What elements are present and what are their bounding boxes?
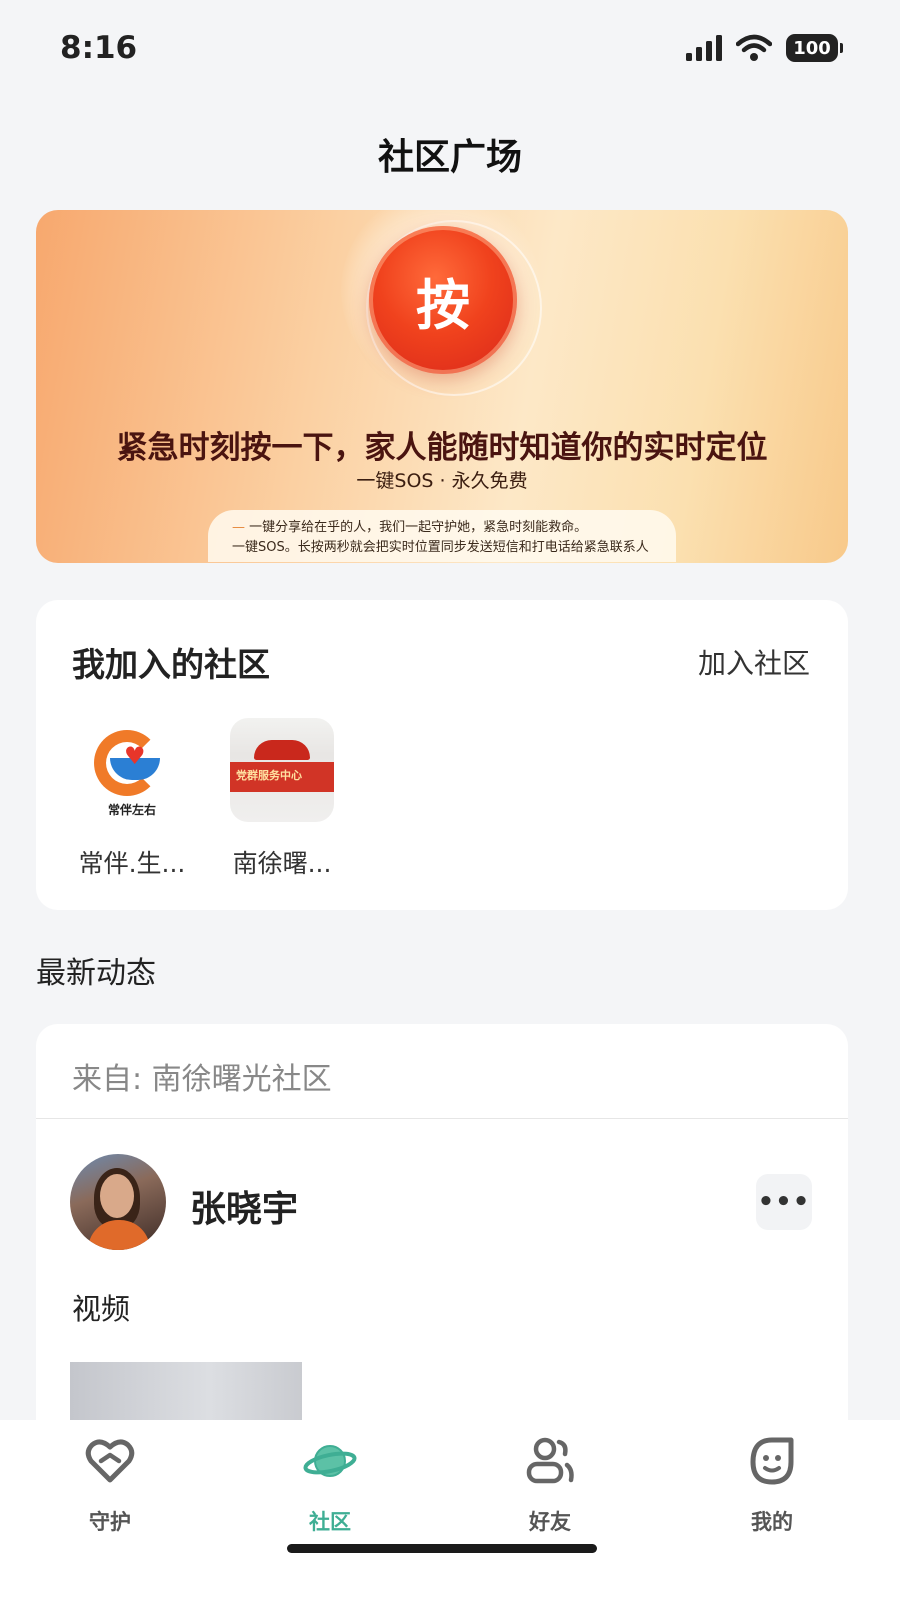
avatar-face	[100, 1174, 134, 1218]
status-bar: 8:16 100	[0, 0, 900, 100]
more-options-button[interactable]: •••	[756, 1174, 812, 1230]
community-logo: ♥ 常伴左右	[80, 718, 184, 822]
signal-icon	[686, 35, 722, 61]
battery-icon: 100	[786, 34, 843, 62]
battery-level: 100	[793, 37, 831, 59]
banner-note-line1: 一键分享给在乎的人，我们一起守护她，紧急时刻能救命。	[249, 520, 588, 535]
page-title: 社区广场	[377, 137, 522, 178]
community-name: 南徐曙...	[232, 849, 332, 878]
status-time: 8:16	[60, 30, 138, 66]
tab-label: 守护	[89, 1510, 131, 1534]
wifi-icon	[736, 34, 772, 61]
sos-banner[interactable]: 按 紧急时刻按一下，家人能随时知道你的实时定位 一键SOS · 永久免费 — 一…	[36, 210, 848, 563]
banner-note-line2: 一键SOS。长按两秒就会把实时位置同步发送短信和打电话给紧急联系人	[232, 540, 649, 555]
status-icons: 100	[686, 34, 843, 62]
face-icon	[750, 1437, 794, 1485]
post-author[interactable]: 张晓宇	[190, 1180, 298, 1232]
banner-note: — 一键分享给在乎的人，我们一起守护她，紧急时刻能救命。 一键SOS。长按两秒就…	[208, 510, 676, 562]
post-text: 视频	[72, 1292, 131, 1326]
photo-roof	[254, 740, 310, 760]
dash-icon: —	[232, 520, 250, 535]
join-community-button[interactable]: 加入社区	[698, 642, 810, 682]
planet-icon	[303, 1445, 357, 1477]
more-icon: •••	[757, 1187, 811, 1217]
tab-friends[interactable]: 好友	[490, 1434, 610, 1536]
feed-section-title: 最新动态	[36, 956, 156, 991]
heart-icon: ♥	[124, 742, 146, 770]
post-source[interactable]: 来自: 南徐曙光社区	[72, 1054, 332, 1098]
tab-profile[interactable]: 我的	[712, 1434, 832, 1536]
sos-button-label: 按	[416, 273, 470, 337]
banner-subtitle: 一键SOS · 永久免费	[356, 470, 528, 492]
communities-title: 我加入的社区	[72, 645, 270, 684]
tab-community[interactable]: 社区	[270, 1434, 390, 1536]
tab-label: 社区	[309, 1510, 351, 1534]
bottom-tab-bar: 守护 社区 好友 我的	[0, 1420, 900, 1600]
joined-communities-card: 我加入的社区 加入社区 ♥ 常伴左右 常伴.生... 党群服务中心 南徐曙...	[36, 600, 848, 910]
tab-guard[interactable]: 守护	[50, 1434, 170, 1536]
avatar[interactable]	[70, 1154, 166, 1250]
home-indicator[interactable]	[287, 1544, 597, 1553]
sos-button[interactable]: 按	[369, 226, 517, 374]
post-card[interactable]: 来自: 南徐曙光社区 张晓宇 ••• 视频	[36, 1024, 848, 1444]
community-item[interactable]: ♥ 常伴左右 常伴.生...	[72, 718, 192, 880]
heart-shield-icon	[85, 1439, 135, 1483]
community-photo: 党群服务中心	[230, 718, 334, 822]
divider	[36, 1118, 848, 1119]
avatar-body	[88, 1220, 150, 1250]
banner-headline: 紧急时刻按一下，家人能随时知道你的实时定位	[116, 430, 768, 466]
community-name: 常伴.生...	[78, 849, 186, 878]
tab-label: 好友	[529, 1510, 571, 1534]
tab-label: 我的	[751, 1510, 793, 1534]
friends-icon	[526, 1437, 574, 1484]
photo-sign-text: 党群服务中心	[236, 769, 302, 782]
logo-text: 常伴左右	[107, 803, 156, 817]
community-item[interactable]: 党群服务中心 南徐曙...	[222, 718, 342, 880]
